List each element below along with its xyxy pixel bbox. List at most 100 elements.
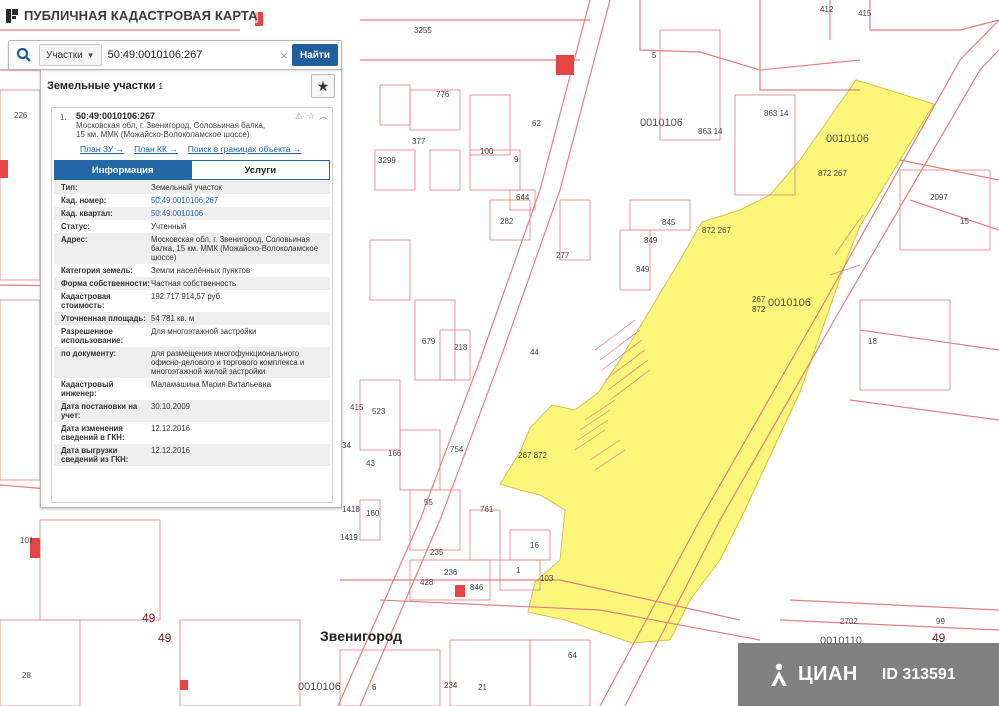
svg-text:3299: 3299: [378, 156, 396, 165]
property-key: по документу:: [61, 349, 117, 358]
svg-text:218: 218: [454, 343, 468, 352]
search-in-bounds-link[interactable]: Поиск в границах объекта →: [188, 145, 302, 154]
tab-info[interactable]: Информация: [54, 160, 192, 180]
property-value[interactable]: 50:49:0010106: [151, 209, 330, 218]
properties-table: Тип: Земельный участок Кад. номер: 50:49:00…: [54, 181, 330, 466]
property-row: по документу: для размещения многофункцио…: [54, 347, 330, 378]
info-tabs: Информация Услуги: [54, 160, 330, 180]
results-count: 1: [158, 81, 163, 91]
chevron-down-icon: ▼: [86, 50, 95, 60]
svg-text:5: 5: [652, 51, 657, 60]
property-row: Дата изменения сведений в ГКН: 12.12.2016: [54, 422, 330, 444]
property-row: Кадастровая стоимость: 192 717 914,57 руб…: [54, 290, 330, 312]
svg-text:846: 846: [470, 583, 484, 592]
property-key: Дата постановки на учет:: [61, 402, 138, 420]
svg-text:1419: 1419: [340, 533, 358, 542]
cian-watermark: ЦИАН ID 313591: [738, 643, 999, 706]
svg-text:236: 236: [444, 568, 458, 577]
plan-kk-link[interactable]: План КК →: [134, 145, 178, 154]
app-title: ПУБЛИЧНАЯ КАДАСТРОВАЯ КАРТА: [24, 8, 258, 23]
card-tools: ⚠ ☆ ︿: [295, 112, 328, 121]
svg-text:863 14: 863 14: [698, 127, 723, 136]
property-key: Дата выгрузки сведений из ГКН:: [61, 446, 129, 464]
svg-text:100: 100: [480, 147, 494, 156]
svg-text:2702: 2702: [840, 617, 858, 626]
svg-text:776: 776: [436, 90, 450, 99]
property-key: Кадастровый инженер:: [61, 380, 114, 398]
tab-services[interactable]: Услуги: [191, 160, 330, 180]
svg-text:21: 21: [478, 683, 487, 692]
svg-text:863 14: 863 14: [764, 109, 789, 118]
svg-text:1418: 1418: [342, 505, 360, 514]
property-row: Кад. номер: 50:49:0010106:267: [54, 194, 330, 207]
search-icon[interactable]: [9, 42, 39, 68]
clear-icon[interactable]: ×: [276, 48, 292, 63]
result-card: 1. 50:49:0010106:267 Московская обл, г. …: [51, 107, 333, 503]
panel-title: Земельные участки: [47, 80, 156, 92]
svg-text:644: 644: [516, 193, 530, 202]
search-bar: Участки ▼ × Найти: [8, 40, 342, 70]
property-key: Уточненная площадь:: [61, 314, 146, 323]
item-address-line1: Московская обл, г. Звенигород, Соловьина…: [76, 121, 266, 130]
property-row: Разрешенное использование: Для многоэтажн…: [54, 325, 330, 347]
search-button[interactable]: Найти: [292, 44, 338, 66]
svg-text:18: 18: [868, 337, 877, 346]
svg-text:9: 9: [514, 155, 519, 164]
property-row: Статус: Учтенный: [54, 220, 330, 233]
cian-logo-icon: [771, 663, 787, 686]
property-key: Адрес:: [61, 235, 88, 244]
property-key: Кад. квартал:: [61, 209, 113, 218]
property-row: Форма собственности: Частная собственност…: [54, 277, 330, 290]
property-value: Учтенный: [151, 222, 187, 231]
svg-text:277: 277: [556, 251, 570, 260]
svg-text:6: 6: [372, 683, 377, 692]
property-value: 54 781 кв. м: [151, 314, 195, 323]
svg-text:0010106: 0010106: [768, 297, 811, 309]
svg-text:0010106: 0010106: [640, 117, 683, 129]
svg-text:235: 235: [430, 548, 444, 557]
svg-text:754: 754: [450, 445, 464, 454]
svg-text:166: 166: [388, 449, 402, 458]
svg-text:849: 849: [644, 236, 658, 245]
listing-id: ID 313591: [881, 665, 956, 683]
property-row: Категория земель: Земли населённых пункто…: [54, 264, 330, 277]
item-cadastral-id[interactable]: 50:49:0010106:267: [76, 112, 326, 121]
svg-text:0010106: 0010106: [826, 133, 869, 145]
svg-text:44: 44: [530, 348, 539, 357]
chevron-up-icon[interactable]: ︿: [319, 112, 328, 121]
svg-text:234: 234: [444, 681, 458, 690]
property-value: Маламашина Мария Витальевна: [151, 380, 272, 389]
svg-text:415: 415: [350, 403, 364, 412]
property-value: Московская обл, г. Звенигород, Соловьина…: [151, 235, 319, 262]
property-key: Кад. номер:: [61, 196, 107, 205]
property-row: Адрес: Московская обл, г. Звенигород, Сол…: [54, 233, 330, 264]
svg-text:267: 267: [752, 295, 766, 304]
svg-text:377: 377: [412, 137, 426, 146]
svg-text:160: 160: [366, 509, 380, 518]
search-input[interactable]: [107, 45, 276, 65]
svg-text:1: 1: [516, 566, 521, 575]
svg-text:99: 99: [936, 617, 945, 626]
favorite-button[interactable]: ★: [311, 74, 335, 98]
property-key: Тип:: [61, 183, 78, 192]
property-value[interactable]: 50:49:0010106:267: [151, 196, 330, 205]
item-number: 1.: [60, 113, 67, 122]
plan-zu-link[interactable]: План ЗУ →: [80, 145, 124, 154]
svg-text:849: 849: [636, 265, 650, 274]
star-outline-icon[interactable]: ☆: [307, 112, 315, 121]
property-value: Частная собственность: [151, 279, 237, 288]
search-type-select[interactable]: Участки ▼: [39, 44, 102, 66]
svg-text:761: 761: [480, 505, 494, 514]
property-value: 12.12.2016: [151, 446, 191, 455]
svg-text:226: 226: [14, 111, 28, 120]
app-header: ПУБЛИЧНАЯ КАДАСТРОВАЯ КАРТА: [6, 8, 258, 23]
svg-text:28: 28: [22, 671, 31, 680]
property-key: Разрешенное использование:: [61, 327, 124, 345]
svg-text:64: 64: [568, 651, 577, 660]
city-label: Звенигород: [320, 628, 402, 644]
svg-text:415: 415: [858, 9, 872, 18]
warning-icon[interactable]: ⚠: [295, 112, 303, 121]
svg-text:872 267: 872 267: [702, 226, 731, 235]
svg-text:267 872: 267 872: [518, 451, 547, 460]
svg-text:872: 872: [752, 305, 766, 314]
